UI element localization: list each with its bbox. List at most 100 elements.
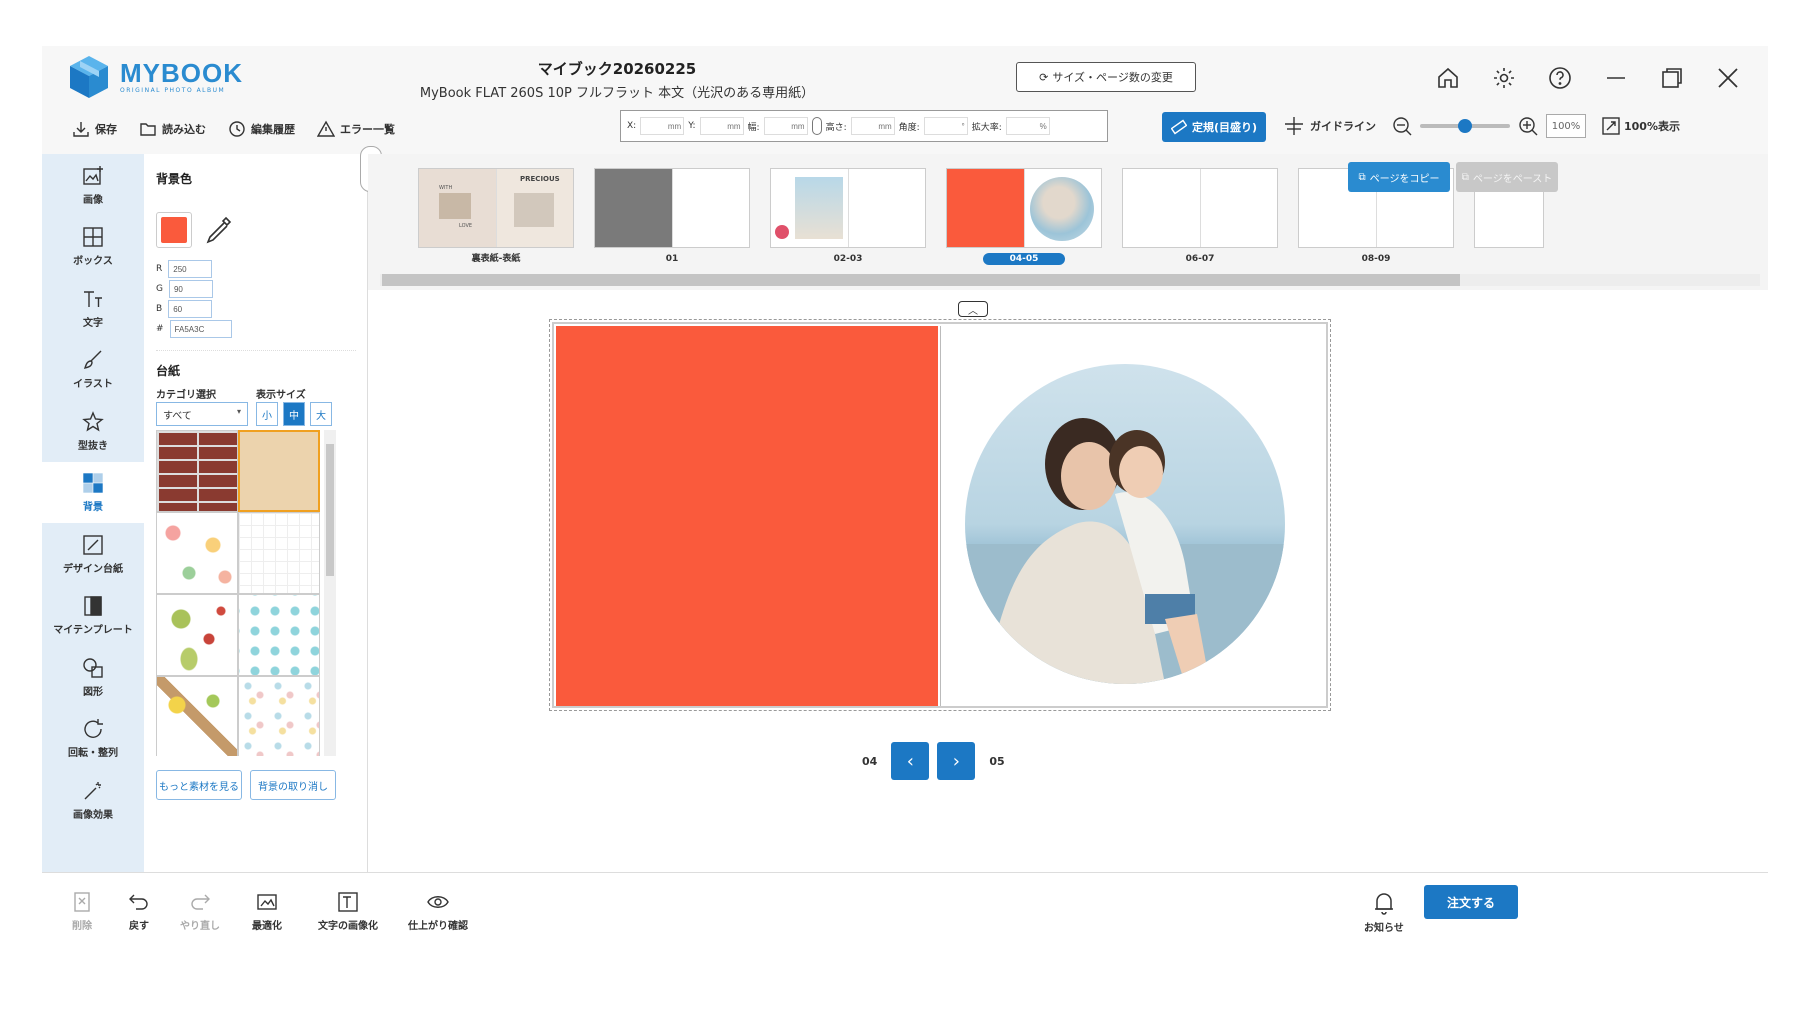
bg-color-swatch[interactable] — [156, 212, 192, 248]
page-04-background[interactable] — [556, 326, 938, 706]
page-thumb-06-07[interactable]: 06-07 — [1122, 168, 1278, 265]
next-page-button[interactable]: › — [937, 742, 976, 780]
size-page-change-button[interactable]: ⟳ サイズ・ページ数の変更 — [1016, 62, 1196, 92]
bg-tile-kraft[interactable] — [238, 430, 320, 512]
tool-box-layout[interactable]: ボックス — [42, 216, 144, 278]
size-medium-button[interactable]: 中 — [283, 402, 305, 426]
page-thumb-cover[interactable]: WITH LOVE PRECIOUS 裏表紙-表紙 — [418, 168, 574, 265]
tool-design-mount[interactable]: デザイン台紙 — [42, 523, 144, 585]
strip-scroll-thumb[interactable] — [382, 274, 1460, 286]
tool-image-add[interactable]: 画像 — [42, 154, 144, 216]
order-button[interactable]: 注文する — [1424, 885, 1518, 919]
refresh-icon: ⟳ — [1039, 70, 1049, 84]
ruler-toggle-button[interactable]: 定規(目盛り) — [1162, 112, 1266, 142]
zoom-out-icon[interactable] — [1392, 116, 1412, 136]
b-label: B — [156, 304, 163, 314]
size-change-label: サイズ・ページ数の変更 — [1052, 71, 1173, 84]
preview-button[interactable]: 仕上がり確認 — [408, 891, 468, 932]
restore-icon[interactable] — [1654, 60, 1690, 96]
redo-button[interactable]: やり直し — [180, 891, 220, 932]
page-thumb-01[interactable]: 01 — [594, 168, 750, 265]
guideline-label: ガイドライン — [1310, 120, 1376, 133]
tool-label: 型抜き — [78, 440, 108, 452]
hex-input[interactable] — [169, 320, 232, 338]
text-icon — [84, 291, 102, 307]
eyedropper-icon[interactable] — [200, 212, 236, 248]
zoom-slider-knob[interactable] — [1458, 119, 1472, 133]
minimize-icon[interactable] — [1598, 60, 1634, 96]
bg-tile-brick[interactable] — [156, 430, 238, 512]
height-input[interactable] — [850, 117, 895, 135]
tool-label: 画像効果 — [73, 809, 113, 821]
y-label: Y: — [688, 121, 696, 131]
page-thumb-label-active: 04-05 — [983, 253, 1065, 265]
bg-tile-floral[interactable] — [156, 512, 238, 594]
tool-background-checker[interactable]: 背景 — [42, 461, 144, 523]
zoom-slider[interactable] — [1420, 119, 1510, 133]
tool-label: マイテンプレート — [53, 625, 133, 637]
bg-tile-leaves[interactable] — [156, 594, 238, 676]
y-input[interactable] — [699, 117, 744, 135]
bg-tile-fruits[interactable] — [156, 676, 238, 756]
tool-star-cutout[interactable]: 型抜き — [42, 400, 144, 462]
tool-text[interactable]: 文字 — [42, 277, 144, 339]
aspect-lock-icon[interactable] — [811, 117, 822, 135]
undo-button[interactable]: 戻す — [128, 891, 150, 932]
r-input[interactable] — [168, 260, 213, 278]
zoom-in-icon[interactable] — [1518, 116, 1538, 136]
history-button[interactable]: 編集履歴 — [228, 120, 295, 138]
zoom-100-button[interactable]: 100%表示 — [1602, 117, 1680, 135]
save-button[interactable]: 保存 — [72, 120, 117, 138]
zoom-value-field[interactable]: 100% — [1546, 114, 1586, 138]
tool-shapes[interactable]: 図形 — [42, 646, 144, 708]
tool-label: 図形 — [83, 686, 103, 698]
strip-scrollbar[interactable] — [380, 274, 1760, 286]
text-to-image-button[interactable]: 文字の画像化 — [318, 891, 378, 932]
tool-template[interactable]: マイテンプレート — [42, 585, 144, 647]
category-select[interactable]: すべて — [156, 402, 248, 426]
error-list-button[interactable]: エラー一覧 — [317, 120, 395, 138]
page-thumb-label: 08-09 — [1361, 254, 1391, 264]
scale-input[interactable] — [1005, 117, 1050, 135]
gear-icon[interactable] — [1486, 60, 1522, 96]
circle-photo[interactable] — [965, 364, 1285, 684]
g-input[interactable] — [168, 280, 213, 298]
bg-tile-dots[interactable] — [238, 594, 320, 676]
cancel-background-button[interactable]: 背景の取り消し — [250, 770, 336, 800]
home-icon[interactable] — [1430, 60, 1466, 96]
delete-button[interactable]: 削除 — [72, 891, 92, 932]
optimize-button[interactable]: 最適化 — [252, 891, 282, 932]
x-input[interactable] — [640, 117, 685, 135]
notice-button[interactable]: お知らせ — [1364, 891, 1404, 934]
bg-tile-grid[interactable] — [238, 512, 320, 594]
guideline-button[interactable]: ガイドライン — [1284, 116, 1376, 136]
page-05[interactable] — [940, 326, 1326, 706]
warning-icon — [317, 120, 335, 137]
prev-page-button[interactable]: ‹ — [891, 742, 930, 780]
more-materials-button[interactable]: もっと素材を見る — [156, 770, 242, 800]
b-input[interactable] — [168, 300, 213, 318]
help-icon[interactable] — [1542, 60, 1578, 96]
tool-brush[interactable]: イラスト — [42, 339, 144, 401]
copy-page-button[interactable]: ⧉ ページをコピー — [1348, 162, 1450, 192]
close-icon[interactable] — [1710, 60, 1746, 96]
page-thumb-02-03[interactable]: 02-03 — [770, 168, 926, 265]
tool-magic-wand[interactable]: 画像効果 — [42, 769, 144, 831]
ruler-icon — [1170, 119, 1187, 135]
size-large-button[interactable]: 大 — [310, 402, 332, 426]
angle-input[interactable] — [923, 117, 968, 135]
size-small-button[interactable]: 小 — [256, 402, 278, 426]
width-input[interactable] — [763, 117, 808, 135]
expand-strip-button[interactable]: ︿ — [958, 301, 988, 317]
optimize-label: 最適化 — [252, 921, 282, 932]
bg-tile-shapes[interactable] — [238, 676, 320, 756]
tool-rotate[interactable]: 回転・整列 — [42, 708, 144, 770]
paste-page-button[interactable]: ⧉ ページをペースト — [1456, 162, 1558, 192]
load-button[interactable]: 読み込む — [139, 120, 206, 138]
page-thumb-04-05[interactable]: 04-05 — [946, 168, 1102, 265]
tile-grid-scroll-thumb[interactable] — [326, 444, 334, 576]
tile-grid-scrollbar[interactable] — [324, 430, 336, 756]
cover-text-precious: PRECIOUS — [520, 175, 560, 183]
category-label: カテゴリ選択 — [156, 390, 216, 401]
page-spread[interactable] — [549, 319, 1331, 711]
